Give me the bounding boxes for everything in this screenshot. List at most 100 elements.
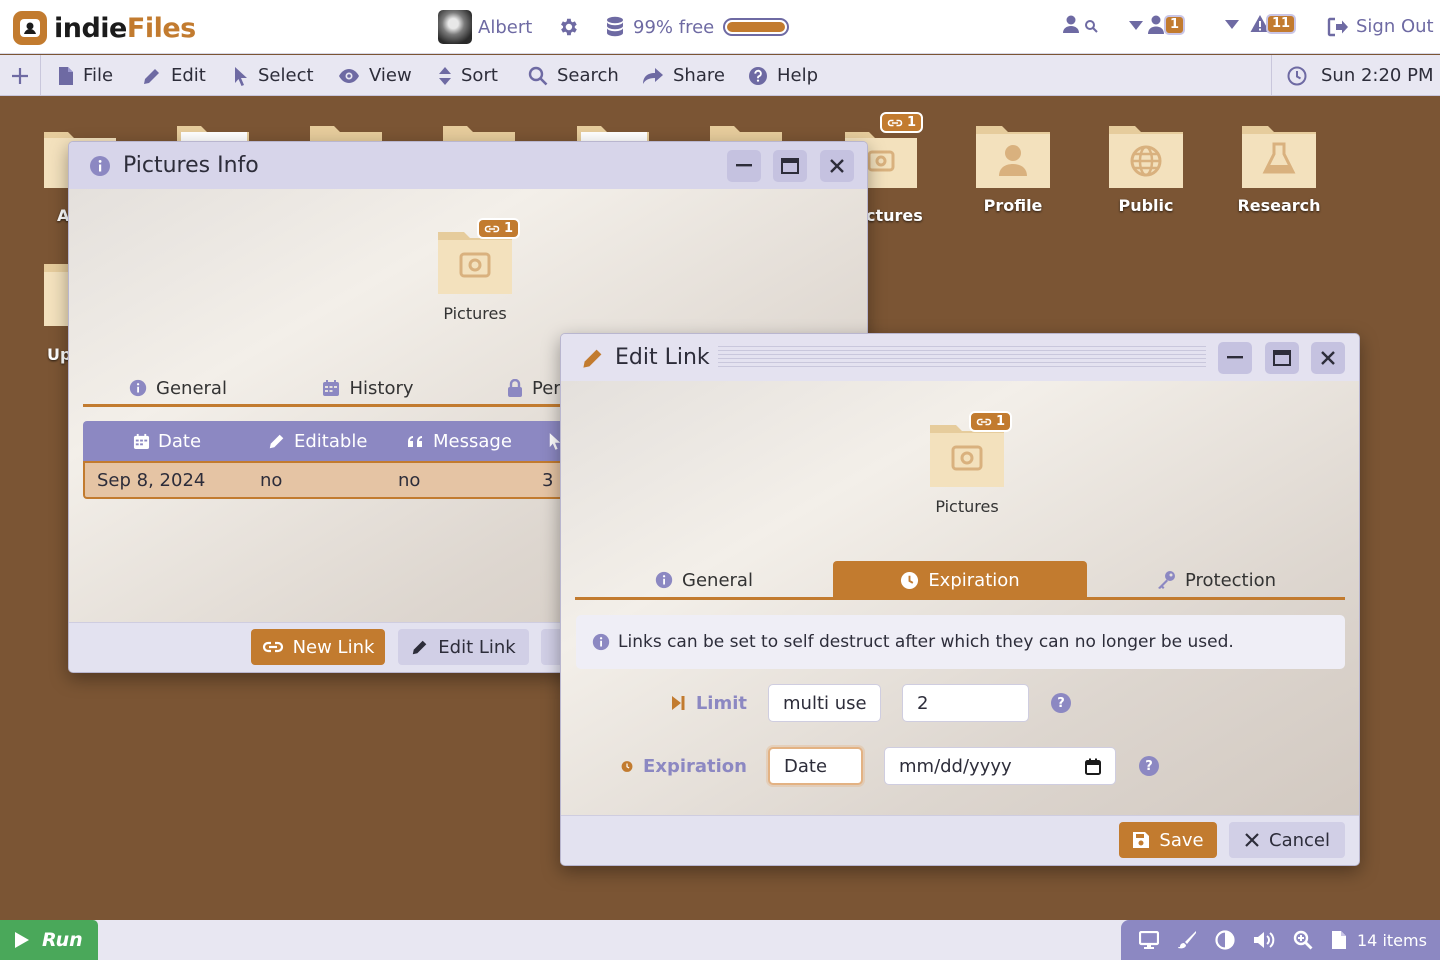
cell-date: Sep 8, 2024 [97,469,206,491]
edit-link-link-count: 1 [996,414,1006,429]
menu-share[interactable]: Share [642,55,725,96]
sign-out-button[interactable]: Sign Out [1327,16,1434,37]
calendar-icon [133,433,150,449]
cancel-label: Cancel [1269,829,1330,851]
maximize-icon [781,158,799,174]
maximize-button[interactable] [773,150,807,182]
storage-bar [723,18,790,36]
tab-history[interactable]: History [273,369,463,407]
menu-edit[interactable]: Edit [142,55,206,96]
user-search-button[interactable] [1062,14,1100,36]
limit-count-input[interactable]: 2 [902,684,1029,722]
tab-underline [83,404,573,407]
desktop-folder-public-label: Public [1118,196,1174,215]
tab-expiration[interactable]: Expiration [833,561,1087,599]
desktop-pictures-link-count: 1 [907,115,917,130]
avatar[interactable] [438,10,472,44]
folder-flask-icon [1242,126,1316,188]
desktop-folder-public[interactable]: Public [1096,124,1196,215]
notifications-button[interactable]: 1 [1128,14,1186,36]
user-menu[interactable]: Albert [438,10,532,44]
clock-icon [901,571,919,589]
desktop-folder-profile[interactable]: Profile [963,124,1063,215]
cancel-button[interactable]: Cancel [1229,822,1345,858]
tab-permissions-label: Per [532,377,561,399]
settings-gear-icon[interactable] [557,16,579,38]
alerts-button[interactable]: 11 [1224,14,1297,34]
menu-share-label: Share [673,65,725,86]
expiration-label: Expiration [621,747,747,785]
contrast-icon[interactable] [1215,930,1235,950]
logo-icon [13,11,47,45]
save-button[interactable]: Save [1119,822,1217,858]
limit-mode-select[interactable]: multi use [768,684,881,722]
minimize-button[interactable] [1218,342,1252,374]
column-date[interactable]: Date [133,421,201,461]
column-message[interactable]: Message [407,421,512,461]
edit-link-title: Edit Link [615,345,710,370]
tab-general-label: General [682,569,753,591]
run-label: Run [42,929,83,951]
close-icon [1245,833,1259,847]
menu-file[interactable]: File [58,55,113,96]
menu-view-label: View [369,65,412,86]
edit-link-folder-name: Pictures [935,497,999,516]
expiration-help-icon[interactable]: ? [1139,756,1159,776]
alerts-badge: 11 [1266,14,1297,34]
menu-search[interactable]: Search [528,55,619,96]
close-button[interactable] [1311,342,1345,374]
run-button[interactable]: Run [0,920,98,960]
link-icon [976,418,992,425]
item-count: 14 items [1357,930,1427,950]
edit-link-tabs: General Expiration Protection [575,561,1345,599]
lock-icon [508,379,522,397]
cell-message: no [398,469,421,491]
edit-link-button[interactable]: Edit Link [398,629,529,665]
eye-icon [339,68,359,83]
close-button[interactable] [820,150,854,182]
limit-help-icon[interactable]: ? [1051,693,1071,713]
username[interactable]: Albert [478,17,532,38]
expiration-mode-select[interactable]: Date [768,747,863,785]
minimize-button[interactable] [727,150,761,182]
storage-indicator[interactable]: 99% free [606,16,790,38]
tab-general[interactable]: General [83,369,273,407]
menu-help[interactable]: Help [748,55,818,96]
edit-link-folder: 1 Pictures [907,411,1027,516]
pencil-icon [583,349,602,368]
new-plus-button[interactable] [10,55,30,96]
tab-protection[interactable]: Protection [1087,561,1345,599]
menu-view[interactable]: View [338,55,412,96]
limit-label: Limit [621,684,747,722]
edit-link-window[interactable]: Edit Link 1 Pictures General Expiration … [560,333,1360,866]
calendar-icon [323,380,340,396]
table-row[interactable]: Sep 8, 2024 no no 3 [83,461,573,499]
app-logo[interactable]: indieFiles [13,11,196,45]
tab-general[interactable]: General [575,561,833,599]
desktop-folder-research[interactable]: Research [1229,124,1329,215]
calendar-icon[interactable] [1085,758,1101,775]
volume-icon[interactable] [1253,930,1275,950]
zoom-icon[interactable] [1293,930,1313,950]
menu-select[interactable]: Select [233,55,314,96]
info-icon [592,633,610,651]
menu-sort[interactable]: Sort [438,55,498,96]
logo-text-indie: indie [54,12,127,44]
new-link-button[interactable]: New Link [251,629,385,665]
maximize-button[interactable] [1265,342,1299,374]
info-icon [90,155,110,176]
sign-out-icon [1327,17,1348,36]
step-forward-icon [671,696,685,710]
clock[interactable]: Sun 2:20 PM [1287,55,1434,96]
menu-divider [40,55,41,96]
expiration-label-text: Expiration [643,755,747,777]
minimize-icon [736,164,752,167]
notifications-badge: 1 [1164,15,1186,35]
maximize-icon [1273,350,1291,366]
expiration-date-input[interactable]: mm/dd/yyyy [884,747,1116,785]
brush-icon[interactable] [1177,930,1197,950]
column-editable[interactable]: Editable [268,421,367,461]
titlebar-grip[interactable] [718,346,1206,368]
edit-link-footer: Save Cancel [561,815,1359,865]
monitor-icon[interactable] [1139,931,1159,949]
